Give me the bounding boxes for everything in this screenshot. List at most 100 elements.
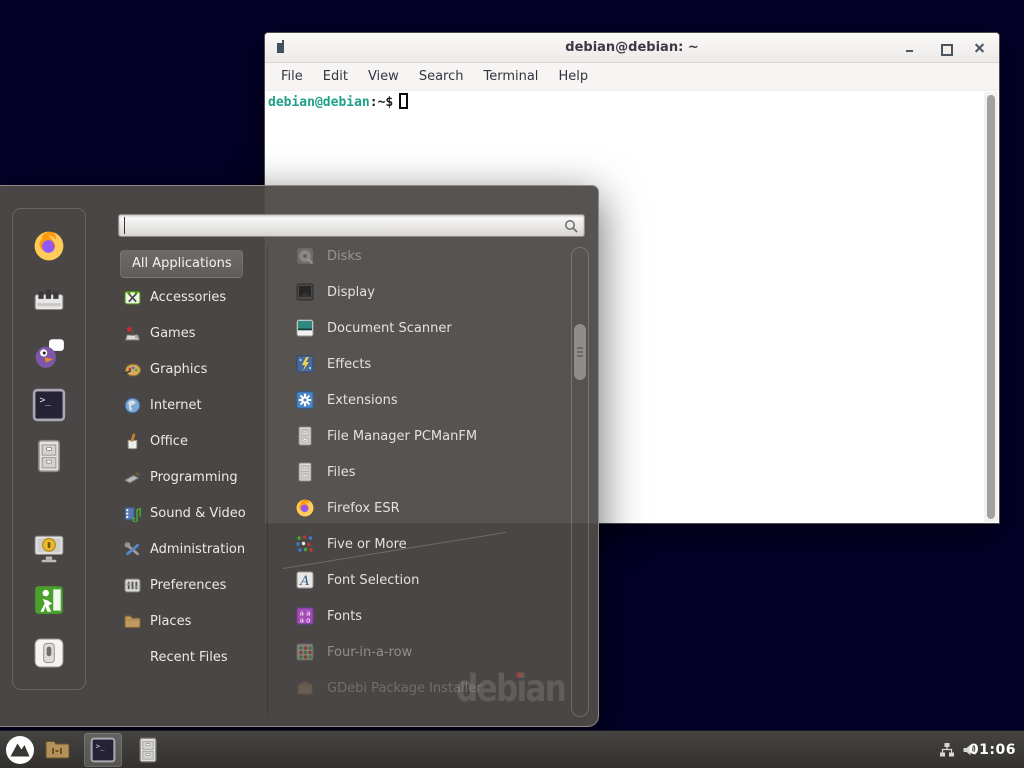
app-label: Disks: [327, 249, 362, 264]
menu-help[interactable]: Help: [548, 69, 598, 84]
favorite-log-out[interactable]: [32, 583, 66, 617]
desktop[interactable]: debian@debian: ~ File Edit View Search T…: [0, 0, 1024, 768]
category-label: Office: [150, 434, 188, 449]
category-sound-video[interactable]: Sound & Video: [120, 495, 268, 531]
menu-button[interactable]: [4, 734, 36, 766]
favorite-pidgin[interactable]: [32, 336, 66, 370]
category-label: Graphics: [150, 362, 207, 377]
terminal-scrollbar-thumb[interactable]: [987, 95, 995, 519]
applications-menu: debian >_: [0, 185, 599, 727]
file-manager-launcher[interactable]: [44, 737, 71, 763]
close-button[interactable]: [969, 33, 991, 63]
menu-edit[interactable]: Edit: [313, 69, 358, 84]
category-places[interactable]: Places: [120, 603, 268, 639]
clock[interactable]: 01:06: [969, 731, 1016, 768]
font-selection-icon: A: [295, 570, 315, 590]
menu-search[interactable]: Search: [409, 69, 474, 84]
prompt-path: :~$: [370, 95, 393, 110]
file-cabinet-icon: [135, 737, 161, 763]
favorite-lock-screen[interactable]: [32, 531, 66, 565]
app-item-files[interactable]: Files: [282, 454, 568, 490]
effects-icon: [295, 354, 315, 374]
five-or-more-icon: [295, 534, 315, 554]
menu-scrollbar[interactable]: [571, 247, 589, 717]
terminal-scrollbar[interactable]: [984, 92, 998, 522]
app-item-gdebi-package-installer[interactable]: GDebi Package Installer: [282, 670, 568, 706]
accessories-icon: [124, 289, 141, 306]
search-input[interactable]: [124, 217, 554, 234]
category-accessories[interactable]: Accessories: [120, 279, 268, 315]
terminal-taskbar-button[interactable]: >_: [90, 737, 116, 763]
category-programming[interactable]: Programming: [120, 459, 268, 495]
app-item-four-in-a-row[interactable]: Four-in-a-row: [282, 634, 568, 670]
svg-text:>_: >_: [96, 741, 105, 750]
category-label: Places: [150, 614, 191, 629]
favorite-file-manager[interactable]: [32, 439, 66, 473]
log-out-icon: [32, 583, 66, 617]
search-box: [118, 214, 585, 237]
menu-file[interactable]: File: [271, 69, 313, 84]
app-label: Display: [327, 285, 375, 300]
category-label: Administration: [150, 542, 245, 557]
app-item-disks[interactable]: Disks: [282, 238, 568, 274]
svg-text:>_: >_: [39, 395, 51, 406]
sound-video-icon: [124, 505, 141, 522]
app-item-file-manager-pcmanfm[interactable]: File Manager PCManFM: [282, 418, 568, 454]
category-games[interactable]: Games: [120, 315, 268, 351]
category-administration[interactable]: Administration: [120, 531, 268, 567]
terminal-icon: >_: [90, 737, 116, 763]
app-item-document-scanner[interactable]: Document Scanner: [282, 310, 568, 346]
category-label: Programming: [150, 470, 238, 485]
app-label: GDebi Package Installer: [327, 681, 482, 696]
menu-terminal[interactable]: Terminal: [473, 69, 548, 84]
all-applications-button[interactable]: All Applications: [120, 250, 243, 278]
search-icon: [564, 219, 579, 234]
firefox-icon: [295, 498, 315, 518]
maximize-button[interactable]: [935, 33, 957, 63]
category-recent-files[interactable]: Recent Files: [120, 639, 268, 675]
games-icon: [124, 325, 141, 342]
recent-files-icon-spacer: [124, 649, 141, 666]
menu-view[interactable]: View: [358, 69, 409, 84]
gdebi-icon: [295, 678, 315, 698]
category-preferences[interactable]: Preferences: [120, 567, 268, 603]
document-scanner-icon: [295, 318, 315, 338]
firefox-icon: [32, 229, 66, 263]
files-taskbar-button[interactable]: [135, 737, 161, 763]
minimize-button[interactable]: [899, 33, 921, 63]
extensions-icon: [295, 390, 315, 410]
internet-icon: [124, 397, 141, 414]
app-item-font-selection[interactable]: A Font Selection: [282, 562, 568, 598]
terminal-menubar: File Edit View Search Terminal Help: [265, 63, 999, 91]
category-internet[interactable]: Internet: [120, 387, 268, 423]
svg-text:a o: a o: [300, 617, 311, 625]
app-label: Extensions: [327, 393, 398, 408]
network-icon[interactable]: [939, 742, 955, 758]
app-label: File Manager PCManFM: [327, 429, 477, 444]
category-graphics[interactable]: Graphics: [120, 351, 268, 387]
favorite-control-center[interactable]: [32, 284, 66, 318]
app-item-extensions[interactable]: Extensions: [282, 382, 568, 418]
favorite-firefox[interactable]: [32, 229, 66, 263]
menu-logo-icon: [4, 734, 36, 766]
category-office[interactable]: Office: [120, 423, 268, 459]
file-cabinet-icon: [32, 439, 66, 473]
preferences-icon: [124, 577, 141, 594]
favorite-terminal[interactable]: >_: [32, 388, 66, 422]
category-label: Recent Files: [150, 650, 228, 665]
folder-icon: [44, 737, 71, 763]
window-title: debian@debian: ~: [265, 33, 999, 63]
app-item-effects[interactable]: Effects: [282, 346, 568, 382]
app-item-display[interactable]: Display: [282, 274, 568, 310]
control-center-icon: [32, 284, 66, 318]
terminal-titlebar[interactable]: debian@debian: ~: [265, 33, 999, 63]
app-item-firefox-esr[interactable]: Firefox ESR: [282, 490, 568, 526]
application-list: Disks Display Document Scanner Effects E…: [282, 238, 568, 706]
menu-separator: [267, 246, 268, 714]
favorite-shut-down[interactable]: [32, 636, 66, 670]
menu-scrollbar-thumb[interactable]: [574, 324, 586, 380]
category-label: Internet: [150, 398, 202, 413]
administration-icon: [124, 541, 141, 558]
pidgin-icon: [32, 336, 66, 370]
app-item-fonts[interactable]: a aa o Fonts: [282, 598, 568, 634]
